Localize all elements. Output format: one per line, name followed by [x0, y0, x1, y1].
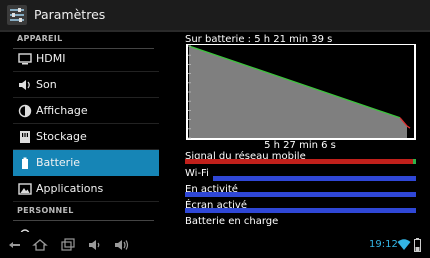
sidebar-item-label: Affichage — [36, 104, 88, 117]
history-label-charging: Batterie en charge — [185, 216, 279, 227]
battery-status-icon — [414, 238, 421, 252]
monitor-icon — [18, 53, 32, 65]
sidebar-item-label: HDMI — [36, 52, 66, 65]
home-icon[interactable] — [32, 237, 48, 253]
applications-icon — [18, 183, 32, 195]
history-bar-screen-on — [185, 208, 416, 213]
sidebar-item-label: Batterie — [36, 156, 81, 169]
sidebar-item-battery[interactable]: Batterie — [13, 150, 159, 176]
sidebar-item-label: Applications — [36, 182, 104, 195]
battery-level-chart — [186, 44, 416, 140]
section-header-personal: PERSONNEL — [0, 204, 160, 222]
item-divider — [13, 201, 159, 202]
sidebar-item-applications[interactable]: Applications — [13, 176, 159, 202]
chart-time-label-row: 5 h 27 min 6 s — [0, 140, 430, 151]
wifi-signal-icon — [397, 239, 411, 250]
volume-down-icon[interactable] — [87, 237, 103, 253]
section-label: PERSONNEL — [17, 206, 74, 215]
history-label-wifi: Wi-Fi — [185, 168, 209, 179]
recent-apps-icon[interactable] — [60, 237, 76, 253]
battery-icon — [22, 157, 28, 169]
sidebar-item-partial[interactable] — [13, 222, 159, 232]
brightness-icon — [18, 104, 32, 118]
action-bar: Paramètres — [0, 0, 430, 30]
sidebar-item-hdmi[interactable]: HDMI — [13, 46, 159, 72]
status-clock[interactable]: 19:12 — [369, 239, 398, 250]
sidebar-item-display[interactable]: Affichage — [13, 98, 159, 124]
page-title: Paramètres — [34, 7, 106, 22]
settings-sidebar: APPAREIL HDMI Son Affichage Stockage Bat… — [0, 32, 160, 232]
back-icon[interactable] — [7, 237, 23, 253]
sidebar-item-label: Son — [36, 78, 57, 91]
history-bar-awake — [185, 192, 416, 197]
history-bar-end — [413, 159, 416, 164]
system-bar: 19:12 — [0, 232, 430, 258]
history-bar-fill — [185, 159, 413, 164]
speaker-icon — [19, 80, 30, 90]
volume-up-icon[interactable] — [114, 237, 130, 253]
history-bar-mobile-signal — [185, 159, 416, 164]
history-bar-wifi — [213, 176, 416, 181]
sidebar-item-sound[interactable]: Son — [13, 72, 159, 98]
section-divider — [13, 220, 154, 221]
section-label: APPAREIL — [17, 34, 63, 43]
settings-sliders-icon[interactable] — [7, 5, 27, 25]
chart-time-label: 5 h 27 min 6 s — [264, 140, 336, 151]
